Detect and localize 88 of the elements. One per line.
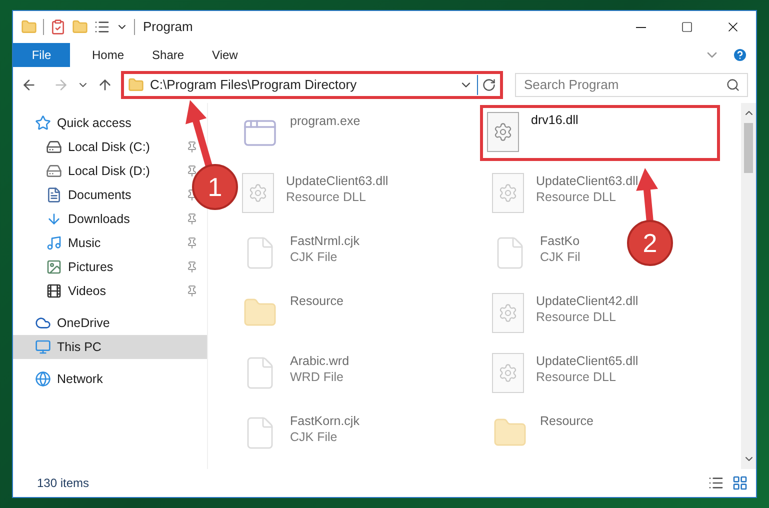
sidebar-item[interactable]: OneDrive	[13, 311, 114, 335]
file-name: Resource	[540, 413, 594, 429]
file-item[interactable]: drv16.dll	[480, 105, 720, 161]
sidebar-item[interactable]: Pictures	[13, 255, 118, 279]
item-count: 130 items	[37, 475, 90, 492]
scrollbar-thumb[interactable]	[744, 123, 753, 173]
sidebar-item[interactable]: Local Disk (C:)	[13, 135, 154, 159]
file-item[interactable]: Resource	[238, 289, 348, 333]
cloud-icon	[35, 315, 51, 331]
sidebar-item[interactable]: Music	[13, 231, 105, 255]
file-name: UpdateClient42.dll	[536, 293, 638, 309]
pin-icon[interactable]	[186, 165, 198, 177]
music-note-icon	[46, 235, 62, 251]
file-item[interactable]: program.exe	[238, 109, 364, 153]
file-item[interactable]: FastNrml.cjk CJK File	[238, 229, 364, 273]
address-field[interactable]: C:\Program Files\Program Directory	[121, 71, 503, 99]
file-name: drv16.dll	[531, 112, 578, 128]
back-icon[interactable]	[21, 77, 37, 93]
file-type: CJK File	[290, 249, 338, 265]
file-type: CJK Fil	[540, 249, 580, 265]
sidebar-item[interactable]: Documents	[13, 183, 136, 207]
document-icon	[46, 187, 62, 203]
up-icon[interactable]	[97, 77, 113, 93]
pin-icon[interactable]	[186, 237, 198, 249]
file-item[interactable]: Resource	[488, 409, 598, 453]
file-name: UpdateClient63.dll	[286, 173, 388, 189]
file-name: FastKo	[540, 233, 580, 249]
film-icon	[46, 283, 62, 299]
pin-icon[interactable]	[186, 213, 198, 225]
search-icon	[726, 78, 740, 92]
sidebar-item[interactable]: Quick access	[13, 111, 136, 135]
gear-file-icon	[492, 173, 524, 213]
file-item[interactable]: FastKo CJK Fil	[488, 229, 584, 273]
sidebar-item[interactable]: Videos	[13, 279, 110, 303]
refresh-icon[interactable]	[482, 78, 496, 92]
gear-file-icon	[242, 173, 274, 213]
drive-icon	[46, 139, 62, 155]
window-title: Program	[143, 18, 193, 36]
sidebar-item[interactable]: This PC	[13, 335, 207, 359]
checklist-icon[interactable]	[50, 19, 66, 35]
file-type: WRD File	[290, 369, 344, 385]
file-item[interactable]: UpdateClient65.dll Resource DLL	[488, 349, 642, 393]
file-item[interactable]: UpdateClient63.dll Resource DLL	[488, 169, 642, 213]
file-item[interactable]: UpdateClient63.dll Resource DLL	[238, 169, 392, 213]
file-item[interactable]: UpdateClient42.dll Resource DLL	[488, 289, 642, 333]
file-name: UpdateClient63.dll	[536, 173, 638, 189]
drive-icon	[46, 163, 62, 179]
ribbon-tab[interactable]: File	[13, 43, 70, 67]
gear-file-icon	[492, 353, 524, 393]
details-view-icon[interactable]	[708, 475, 724, 491]
file-name: FastNrml.cjk	[290, 233, 360, 249]
properties-icon[interactable]	[94, 19, 110, 35]
gear-file-icon	[487, 112, 519, 152]
file-type: Resource DLL	[536, 309, 617, 325]
monitor-icon	[35, 339, 51, 355]
search-field[interactable]: Search Program	[515, 72, 748, 97]
file-name: Arabic.wrd	[290, 353, 350, 369]
file-name: Resource	[290, 293, 344, 309]
pin-icon[interactable]	[186, 261, 198, 273]
file-name: program.exe	[290, 113, 360, 129]
minimize-icon	[636, 26, 646, 28]
file-type: Resource DLL	[536, 189, 617, 205]
globe-icon	[35, 371, 51, 387]
file-type: CJK File	[290, 429, 338, 445]
sidebar-item[interactable]: Local Disk (D:)	[13, 159, 154, 183]
file-item[interactable]: Arabic.wrd WRD File	[238, 349, 354, 393]
sidebar-item[interactable]: Downloads	[13, 207, 134, 231]
address-path: C:\Program Files\Program Directory	[150, 76, 358, 94]
file-name: UpdateClient65.dll	[536, 353, 638, 369]
file-type: Resource DLL	[536, 369, 617, 385]
sidebar-item[interactable]: Network	[13, 367, 107, 391]
star-icon	[35, 115, 51, 131]
folder-icon	[128, 77, 144, 93]
picture-icon	[46, 259, 62, 275]
maximize-icon	[681, 21, 693, 33]
ribbon-tab[interactable]: Home	[78, 43, 138, 67]
ribbon-tab[interactable]: Share	[138, 43, 198, 67]
file-name: FastKorn.cjk	[290, 413, 360, 429]
gear-file-icon	[492, 293, 524, 333]
file-type: Resource DLL	[286, 189, 367, 205]
ribbon-tab[interactable]: View	[198, 43, 252, 67]
scrollbar[interactable]	[741, 103, 756, 469]
annotation-arrow	[636, 168, 658, 222]
help-icon[interactable]	[732, 47, 748, 63]
large-icons-view-icon[interactable]	[732, 475, 748, 491]
pin-icon[interactable]	[186, 141, 198, 153]
pin-icon[interactable]	[186, 285, 198, 297]
file-item[interactable]: FastKorn.cjk CJK File	[238, 409, 364, 453]
